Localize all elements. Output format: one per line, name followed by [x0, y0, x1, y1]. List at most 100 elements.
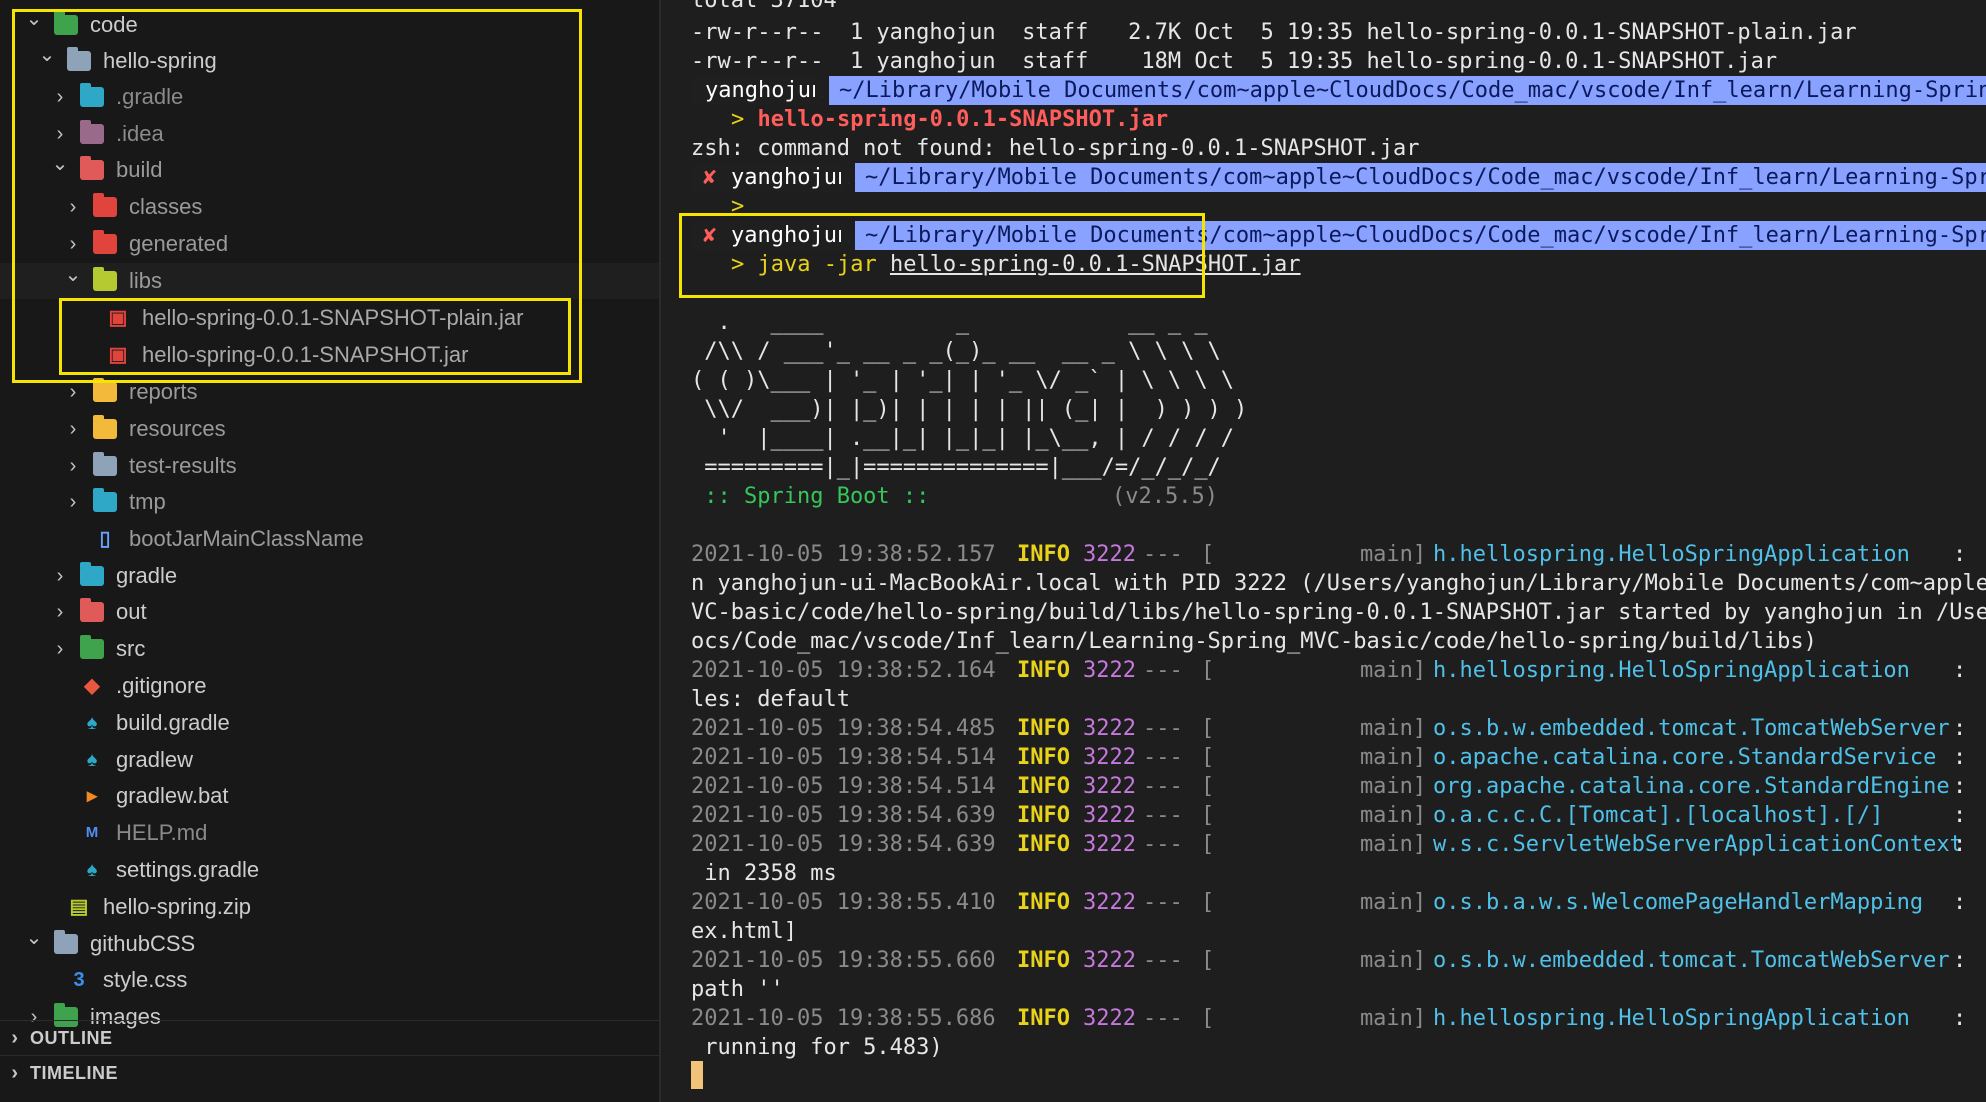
tree-item[interactable]: › resources [0, 411, 659, 447]
log-colon: : [1953, 1006, 1967, 1031]
tree-item-label: generated [129, 231, 229, 256]
chevron-down-icon[interactable]: ⌄ [51, 152, 69, 188]
timeline-title: TIMELINE [30, 1063, 118, 1083]
folder-tmp-icon [93, 488, 117, 512]
folder-classes-icon [93, 193, 117, 217]
tree-item[interactable]: ♠ gradlew [0, 742, 659, 778]
chevron-right-icon[interactable]: › [51, 558, 69, 594]
tree-item[interactable]: › classes [0, 189, 659, 225]
prompt-path: ~/Library/Mobile Documents/com~apple~Clo… [855, 221, 1986, 250]
prompt-command-argument: hello-spring-0.0.1-SNAPSHOT.jar [889, 252, 1301, 277]
log-logger: o.s.b.w.embedded.tomcat.TomcatWebServer [1433, 716, 1977, 741]
tree-item[interactable]: › gradle [0, 558, 659, 594]
tree-item[interactable]: ▣ hello-spring-0.0.1-SNAPSHOT-plain.jar [0, 300, 659, 336]
log-level: INFO [1017, 745, 1070, 770]
markdown-icon: M [85, 824, 99, 841]
log-colon: : [1953, 542, 1967, 567]
log-line: les: default [691, 687, 850, 712]
chevron-right-icon[interactable]: › [51, 79, 69, 115]
tree-item[interactable]: › .gradle [0, 79, 659, 115]
tree-item-label: .idea [116, 121, 164, 146]
log-separator: --- [1143, 745, 1183, 770]
tree-item-label: hello-spring-0.0.1-SNAPSHOT.jar [142, 342, 469, 367]
log-level: INFO [1017, 890, 1070, 915]
log-level: INFO [1017, 1006, 1070, 1031]
tree-item-label: settings.gradle [116, 857, 260, 882]
tree-item-label: hello-spring.zip [103, 894, 251, 919]
tree-item[interactable]: ♠ settings.gradle [0, 852, 659, 888]
tree-item[interactable]: ▸ gradlew.bat [0, 778, 659, 814]
tree-item[interactable]: ▣ hello-spring-0.0.1-SNAPSHOT.jar [0, 337, 659, 373]
terminal-file-icon: ▸ [86, 785, 98, 807]
tree-item[interactable]: ⌄ libs [0, 263, 659, 299]
log-line: in 2358 ms [691, 861, 837, 886]
tree-item[interactable]: ▤ hello-spring.zip [0, 889, 659, 925]
zsh-error-line: zsh: command not found: hello-spring-0.0… [691, 136, 1420, 161]
log-level: INFO [1017, 948, 1070, 973]
tree-item-label: HELP.md [116, 820, 208, 845]
terminal-panel[interactable]: total 37104 -rw-r--r-- 1 yanghojun staff… [661, 0, 1986, 1102]
chevron-right-icon[interactable]: › [51, 594, 69, 630]
log-separator: --- [1143, 542, 1183, 567]
chevron-right-icon[interactable]: › [64, 448, 82, 484]
git-icon: ◆ [84, 675, 100, 697]
log-pid: 3222 [1083, 948, 1136, 973]
terminal-cursor [691, 1061, 703, 1089]
outline-panel-header[interactable]: › OUTLINE [0, 1020, 659, 1055]
log-logger: o.s.b.a.w.s.WelcomePageHandlerMapping [1433, 890, 1977, 915]
tree-item-label: hello-spring-0.0.1-SNAPSHOT-plain.jar [142, 305, 524, 330]
tree-item-label: gradle [116, 563, 178, 588]
log-pid: 3222 [1083, 745, 1136, 770]
tree-item[interactable]: 3 style.css [0, 962, 659, 998]
tree-item[interactable]: › generated [0, 226, 659, 262]
tree-item[interactable]: › reports [0, 374, 659, 410]
tree-item[interactable]: › out [0, 594, 659, 630]
tree-item-label: out [116, 599, 147, 624]
tree-item[interactable]: ▯ bootJarMainClassName [0, 521, 659, 557]
log-thread: [ main] [1201, 1006, 1427, 1031]
log-line: VC-basic/code/hello-spring/build/libs/he… [691, 600, 1986, 625]
prompt-separator-icon [815, 76, 829, 104]
jar-file-icon: ▣ [108, 344, 128, 366]
log-thread: [ main] [1201, 948, 1427, 973]
prompt-command: java -jar [757, 252, 890, 277]
chevron-right-icon[interactable]: › [64, 189, 82, 225]
tree-item[interactable]: ⌄ code [0, 7, 659, 43]
tree-item[interactable]: ⌄ build [0, 152, 659, 188]
tree-item[interactable]: M HELP.md [0, 815, 659, 851]
tree-item[interactable]: › .idea [0, 116, 659, 152]
tree-item[interactable]: ⌄ githubCSS [0, 926, 659, 962]
chevron-down-icon[interactable]: ⌄ [38, 43, 56, 79]
log-pid: 3222 [1083, 716, 1136, 741]
log-thread: [ main] [1201, 890, 1427, 915]
log-colon: : [1953, 745, 1967, 770]
timeline-panel-header[interactable]: › TIMELINE [0, 1055, 659, 1090]
chevron-right-icon[interactable]: › [64, 226, 82, 262]
chevron-right-icon[interactable]: › [51, 631, 69, 667]
tree-item[interactable]: › tmp [0, 484, 659, 520]
tree-item[interactable]: ◆ .gitignore [0, 668, 659, 704]
chevron-down-icon[interactable]: ⌄ [25, 926, 43, 962]
tree-item[interactable]: › src [0, 631, 659, 667]
log-thread: [ main] [1201, 832, 1427, 857]
chevron-right-icon[interactable]: › [51, 116, 69, 152]
tree-item-label: resources [129, 416, 226, 441]
chevron-right-icon[interactable]: › [64, 411, 82, 447]
log-level: INFO [1017, 774, 1070, 799]
prompt-user-segment: ✘ yanghojun [691, 163, 850, 192]
log-logger: h.hellospring.HelloSpringApplication [1433, 542, 1977, 567]
banner-line: =========|_|==============|___/=/_/_/_/ [691, 455, 1221, 480]
chevron-right-icon[interactable]: › [64, 374, 82, 410]
chevron-down-icon[interactable]: ⌄ [64, 263, 82, 299]
tree-item[interactable]: ⌄ hello-spring [0, 43, 659, 79]
chevron-down-icon[interactable]: ⌄ [25, 7, 43, 43]
css-file-icon: 3 [73, 969, 85, 991]
prompt-path: ~/Library/Mobile Documents/com~apple~Clo… [855, 163, 1986, 192]
log-logger: o.a.c.c.C.[Tomcat].[localhost].[/] [1433, 803, 1977, 828]
log-timestamp: 2021-10-05 19:38:54.639 [691, 832, 996, 857]
chevron-right-icon[interactable]: › [64, 484, 82, 520]
jar-file-icon: ▣ [108, 307, 128, 329]
log-logger: w.s.c.ServletWebServerApplicationContext [1433, 832, 1977, 857]
tree-item[interactable]: ♠ build.gradle [0, 705, 659, 741]
tree-item[interactable]: › test-results [0, 448, 659, 484]
